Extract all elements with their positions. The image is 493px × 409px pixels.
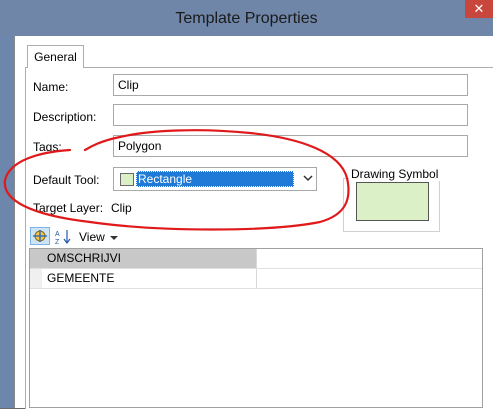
drawing-symbol-label: Drawing Symbol xyxy=(349,167,441,181)
tags-field[interactable]: Polygon xyxy=(113,135,468,157)
rectangle-swatch-icon xyxy=(120,173,134,186)
description-label: Description: xyxy=(33,110,97,124)
default-tool-label: Default Tool: xyxy=(33,173,100,187)
window-title: Template Properties xyxy=(175,10,318,27)
target-layer-label: Target Layer: xyxy=(33,201,104,215)
template-properties-window: Template Properties ✕ General Name: Clip… xyxy=(0,0,493,409)
table-row[interactable]: GEMEENTE xyxy=(30,269,482,289)
dropdown-arrow-icon xyxy=(110,235,119,240)
attribute-name-cell: OMSCHRIJVI xyxy=(42,249,257,268)
close-icon: ✕ xyxy=(473,1,485,16)
tags-label: Tags: xyxy=(33,140,62,154)
table-row[interactable]: OMSCHRIJVI xyxy=(30,249,482,269)
description-field[interactable] xyxy=(113,104,468,126)
target-layer-value: Clip xyxy=(111,201,132,215)
sort-az-button[interactable]: A Z xyxy=(54,228,74,246)
tab-general[interactable]: General xyxy=(27,45,84,68)
categorized-button[interactable] xyxy=(30,227,50,245)
close-button[interactable]: ✕ xyxy=(465,0,493,18)
name-field[interactable]: Clip xyxy=(113,74,468,96)
name-label: Name: xyxy=(33,80,69,94)
row-header xyxy=(30,249,42,268)
attribute-name-cell: GEMEENTE xyxy=(42,269,257,288)
chevron-down-icon[interactable] xyxy=(303,173,313,183)
svg-text:Z: Z xyxy=(55,239,60,246)
view-menu-button[interactable]: View xyxy=(79,229,121,247)
categorized-icon xyxy=(33,230,47,242)
title-bar[interactable]: Template Properties ✕ xyxy=(0,0,493,36)
svg-text:A: A xyxy=(55,231,60,238)
sort-az-icon: A Z xyxy=(55,230,71,246)
default-tool-dropdown[interactable]: Rectangle xyxy=(113,167,317,191)
row-header xyxy=(30,269,42,288)
drawing-symbol-swatch[interactable] xyxy=(356,182,429,221)
view-label: View xyxy=(79,230,105,244)
default-tool-selected: Rectangle xyxy=(136,171,294,187)
attributes-grid[interactable]: OMSCHRIJVI GEMEENTE xyxy=(29,248,483,408)
